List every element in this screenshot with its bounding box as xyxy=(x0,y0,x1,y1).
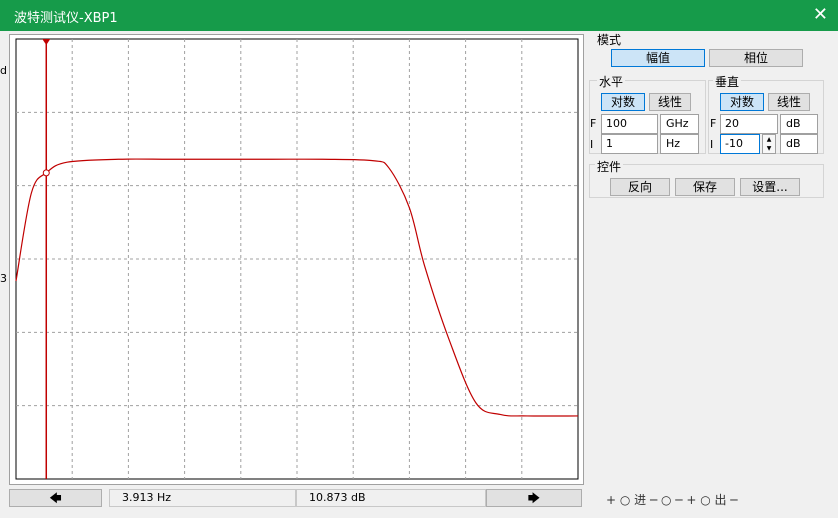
cursor-right-button[interactable]: 🡆 xyxy=(486,489,582,507)
settings-button[interactable]: 设置... xyxy=(740,178,800,196)
horizontal-label: 水平 xyxy=(597,73,626,90)
edge-mark-top: d xyxy=(0,60,8,80)
reverse-button[interactable]: 反向 xyxy=(610,178,670,196)
controls-label: 控件 xyxy=(595,158,624,175)
spin-down-icon[interactable]: ▼ xyxy=(763,144,775,153)
cursor-point xyxy=(42,169,50,177)
plot-area[interactable] xyxy=(9,34,584,485)
horizontal-final-unit[interactable]: GHz xyxy=(660,114,699,134)
horizontal-linear-button[interactable]: 线性 xyxy=(649,93,691,111)
save-button[interactable]: 保存 xyxy=(675,178,735,196)
vertical-initial-label: I xyxy=(710,138,714,151)
vertical-log-button[interactable]: 对数 xyxy=(720,93,764,111)
edge-mark-label: d xyxy=(0,64,7,77)
vertical-label: 垂直 xyxy=(713,73,742,90)
arrow-left-icon: 🡄 xyxy=(49,491,62,505)
spin-up-icon[interactable]: ▲ xyxy=(763,135,775,144)
vertical-initial-unit[interactable]: dB xyxy=(780,134,818,154)
terminal-labels: + ○ 进 ─ ○ ─ + ○ 出 ─ xyxy=(606,493,738,507)
window-title: 波特测试仪-XBP1 xyxy=(14,11,118,26)
horizontal-initial-label: I xyxy=(590,138,594,151)
bode-plot[interactable] xyxy=(10,35,583,484)
horizontal-initial-unit[interactable]: Hz xyxy=(660,134,699,154)
horizontal-log-button[interactable]: 对数 xyxy=(601,93,645,111)
cursor-left-button[interactable]: 🡄 xyxy=(9,489,102,507)
horizontal-final-input[interactable]: 100 xyxy=(601,114,658,134)
vertical-final-label: F xyxy=(710,117,717,130)
vertical-linear-button[interactable]: 线性 xyxy=(768,93,810,111)
frequency-readout: 3.913 Hz xyxy=(109,489,296,507)
close-icon[interactable]: ✕ xyxy=(813,4,828,25)
vertical-initial-spinner[interactable]: ▲ ▼ xyxy=(762,134,776,154)
edge-mark-bottom: 3 xyxy=(0,268,8,288)
cursor-bar: 🡄 3.913 Hz 10.873 dB 🡆 xyxy=(9,489,582,507)
gain-readout: 10.873 dB xyxy=(296,489,486,507)
title-bar: 波特测试仪-XBP1 ✕ xyxy=(0,0,838,31)
horizontal-final-label: F xyxy=(590,117,597,130)
mode-label: 模式 xyxy=(597,33,622,47)
vertical-initial-input[interactable]: -10 xyxy=(720,134,760,154)
vertical-final-unit[interactable]: dB xyxy=(780,114,818,134)
edge-mark-label: 3 xyxy=(0,272,7,285)
mode-phase-button[interactable]: 相位 xyxy=(709,49,803,67)
vertical-final-input[interactable]: 20 xyxy=(720,114,778,134)
horizontal-initial-input[interactable]: 1 xyxy=(601,134,658,154)
arrow-right-icon: 🡆 xyxy=(527,491,541,505)
mode-magnitude-button[interactable]: 幅值 xyxy=(611,49,705,67)
